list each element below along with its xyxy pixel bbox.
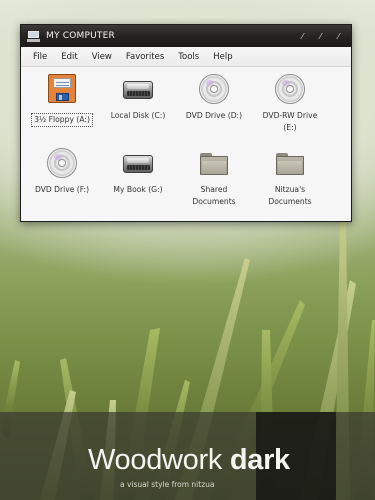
banner-title-light: Woodwork (88, 444, 230, 476)
floppy-icon (45, 73, 79, 107)
folder-item-nitzua-documents[interactable]: Nitzua's Documents (252, 147, 328, 208)
drive-label-line2: (E:) (283, 123, 297, 132)
my-computer-window: MY COMPUTER ⁄ ⁄ ⁄ File Edit View Favorit… (20, 24, 352, 222)
folder-label-line1: Nitzua's (274, 185, 306, 194)
computer-icon (27, 30, 40, 42)
minimize-icon[interactable]: ⁄ (296, 30, 309, 43)
drive-label: DVD-RW Drive (E:) (252, 110, 328, 134)
drive-item-dvd-f[interactable]: DVD Drive (F:) (24, 147, 100, 196)
folder-icon (273, 147, 307, 181)
drive-label: DVD Drive (F:) (34, 185, 90, 194)
folder-label-line1: Shared (200, 185, 228, 194)
drive-label: 3½ Floppy (A:) (31, 113, 93, 127)
maximize-icon[interactable]: ⁄ (314, 30, 327, 43)
drive-label: Local Disk (C:) (110, 111, 166, 120)
menu-file[interactable]: File (26, 52, 54, 62)
window-title: MY COMPUTER (46, 31, 115, 41)
hard-disk-icon (121, 73, 155, 107)
folder-label-line2: Documents (192, 197, 236, 206)
folder-label: Shared Documents (176, 184, 252, 208)
drive-item-floppy[interactable]: 3½ Floppy (A:) (24, 73, 100, 127)
drive-item-my-book[interactable]: My Book (G:) (100, 147, 176, 196)
dvd-rw-drive-icon (273, 73, 307, 107)
dvd-drive-icon (45, 147, 79, 181)
folder-label-line2: Documents (268, 197, 312, 206)
menu-edit[interactable]: Edit (54, 52, 84, 62)
drive-item-local-disk[interactable]: Local Disk (C:) (100, 73, 176, 122)
drive-item-dvd-d[interactable]: DVD Drive (D:) (176, 73, 252, 122)
folder-icon (197, 147, 231, 181)
hard-disk-icon (121, 147, 155, 181)
folder-label: Nitzua's Documents (252, 184, 328, 208)
drive-list: 3½ Floppy (A:) Local Disk (C:) DVD Drive… (21, 67, 351, 221)
menu-bar: File Edit View Favorites Tools Help (21, 47, 351, 67)
banner-title-bold: dark (229, 444, 290, 476)
menu-favorites[interactable]: Favorites (119, 52, 171, 62)
menu-tools[interactable]: Tools (171, 52, 206, 62)
menu-help[interactable]: Help (206, 52, 239, 62)
close-icon[interactable]: ⁄ (332, 30, 345, 43)
menu-view[interactable]: View (85, 52, 119, 62)
drive-label-line1: DVD-RW Drive (262, 111, 318, 120)
drive-item-dvd-rw[interactable]: DVD-RW Drive (E:) (252, 73, 328, 134)
folder-item-shared-documents[interactable]: Shared Documents (176, 147, 252, 208)
drive-label: My Book (G:) (113, 185, 163, 194)
drive-label: DVD Drive (D:) (185, 111, 243, 120)
title-bar[interactable]: MY COMPUTER ⁄ ⁄ ⁄ (21, 25, 351, 47)
banner-subtitle: a visual style from nitzua (120, 480, 215, 489)
dvd-drive-icon (197, 73, 231, 107)
banner-title: Woodwork dark (88, 444, 290, 477)
